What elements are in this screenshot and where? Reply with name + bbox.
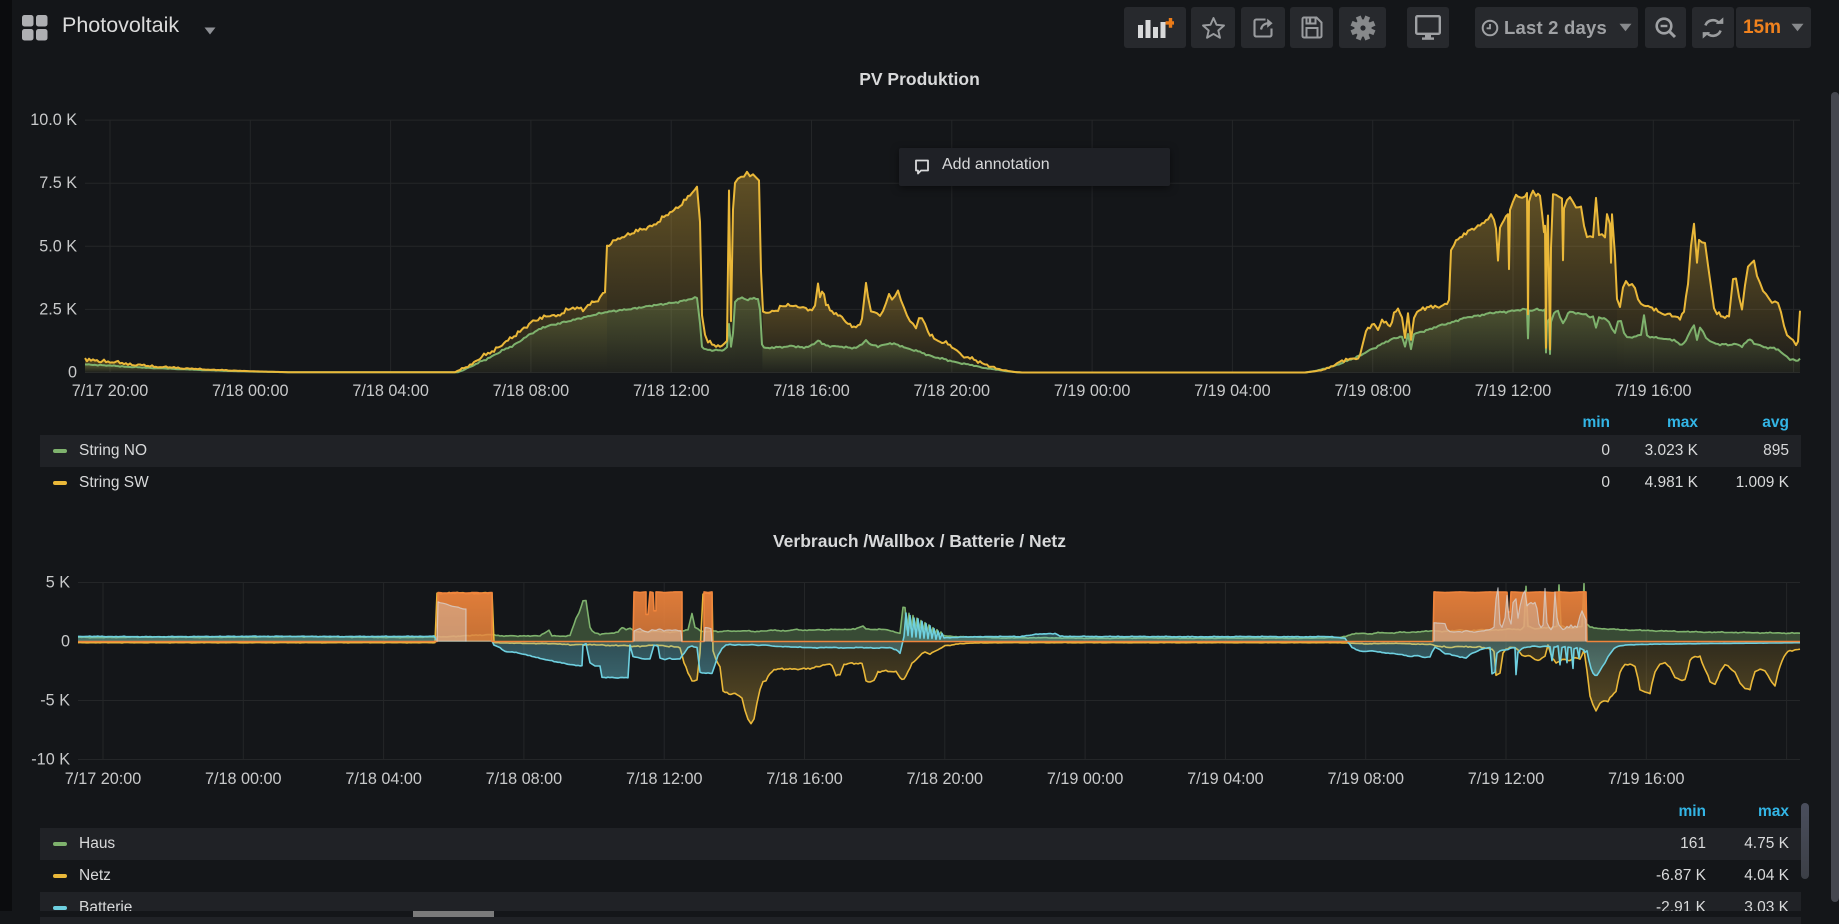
svg-text:7/19 12:00: 7/19 12:00 bbox=[1475, 382, 1552, 400]
svg-text:7/18 16:00: 7/18 16:00 bbox=[773, 382, 850, 400]
svg-text:5.0 K: 5.0 K bbox=[39, 237, 77, 255]
svg-text:7/18 20:00: 7/18 20:00 bbox=[914, 382, 991, 400]
svg-text:7/18 04:00: 7/18 04:00 bbox=[352, 382, 429, 400]
svg-text:7/19 04:00: 7/19 04:00 bbox=[1187, 770, 1264, 788]
svg-text:7/18 08:00: 7/18 08:00 bbox=[486, 770, 563, 788]
svg-text:0: 0 bbox=[61, 633, 70, 651]
svg-text:7/18 00:00: 7/18 00:00 bbox=[212, 382, 289, 400]
svg-text:7/19 16:00: 7/19 16:00 bbox=[1615, 382, 1692, 400]
svg-text:7.5 K: 7.5 K bbox=[39, 174, 77, 192]
svg-text:7/19 16:00: 7/19 16:00 bbox=[1608, 770, 1685, 788]
svg-text:7/19 08:00: 7/19 08:00 bbox=[1334, 382, 1411, 400]
svg-text:5 K: 5 K bbox=[46, 574, 71, 592]
svg-text:7/19 08:00: 7/19 08:00 bbox=[1327, 770, 1404, 788]
svg-text:7/19 00:00: 7/19 00:00 bbox=[1047, 770, 1124, 788]
svg-text:7/18 12:00: 7/18 12:00 bbox=[633, 382, 710, 400]
svg-text:7/18 16:00: 7/18 16:00 bbox=[766, 770, 843, 788]
svg-text:-10 K: -10 K bbox=[31, 751, 70, 769]
svg-text:7/18 04:00: 7/18 04:00 bbox=[345, 770, 422, 788]
svg-text:7/17 20:00: 7/17 20:00 bbox=[72, 382, 149, 400]
svg-text:7/19 00:00: 7/19 00:00 bbox=[1054, 382, 1131, 400]
svg-text:7/18 00:00: 7/18 00:00 bbox=[205, 770, 282, 788]
svg-text:2.5 K: 2.5 K bbox=[39, 300, 77, 318]
svg-text:10.0 K: 10.0 K bbox=[30, 111, 77, 129]
svg-text:0: 0 bbox=[68, 364, 77, 382]
svg-text:7/18 12:00: 7/18 12:00 bbox=[626, 770, 703, 788]
svg-text:7/18 20:00: 7/18 20:00 bbox=[907, 770, 984, 788]
svg-text:7/18 08:00: 7/18 08:00 bbox=[493, 382, 570, 400]
svg-text:7/19 04:00: 7/19 04:00 bbox=[1194, 382, 1271, 400]
svg-text:7/17 20:00: 7/17 20:00 bbox=[65, 770, 142, 788]
svg-text:-5 K: -5 K bbox=[40, 692, 70, 710]
svg-text:7/19 12:00: 7/19 12:00 bbox=[1468, 770, 1545, 788]
